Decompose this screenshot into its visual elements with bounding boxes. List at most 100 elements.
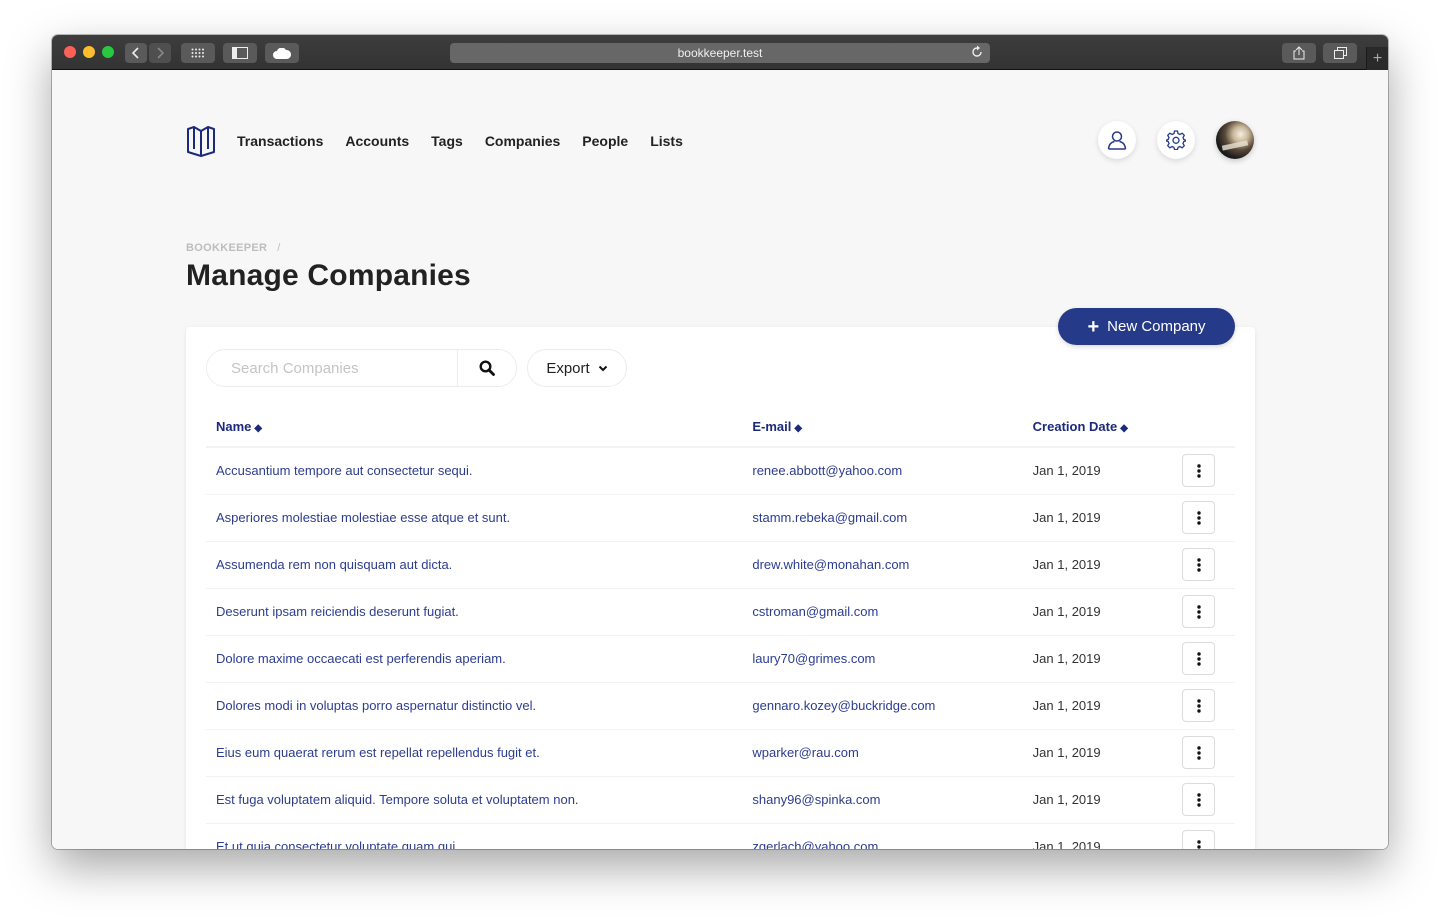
- company-email-cell: gennaro.kozey@buckridge.com: [742, 682, 1023, 730]
- export-dropdown[interactable]: Export: [527, 349, 627, 387]
- company-email-link[interactable]: laury70@grimes.com: [752, 651, 875, 666]
- company-name-cell: Assumenda rem non quisquam aut dicta.: [206, 541, 743, 589]
- kebab-menu-icon: [1196, 839, 1201, 849]
- company-email-link[interactable]: shany96@spinka.com: [752, 792, 880, 807]
- nav-tags[interactable]: Tags: [431, 133, 463, 149]
- company-email-link[interactable]: renee.abbott@yahoo.com: [752, 463, 902, 478]
- company-name-link[interactable]: Asperiores molestiae molestiae esse atqu…: [216, 510, 510, 525]
- table-row: Deserunt ipsam reiciendis deserunt fugia…: [206, 588, 1235, 636]
- table-row: Dolore maxime occaecati est perferendis …: [206, 635, 1235, 683]
- tabs-overview-button[interactable]: [1323, 43, 1357, 63]
- sidebar-toggle-button[interactable]: [223, 43, 257, 63]
- kebab-menu-icon: [1196, 792, 1201, 807]
- company-name-link[interactable]: Dolore maxime occaecati est perferendis …: [216, 651, 506, 666]
- kebab-menu-icon: [1196, 557, 1201, 572]
- nav-transactions[interactable]: Transactions: [237, 133, 323, 149]
- nav-companies[interactable]: Companies: [485, 133, 560, 149]
- settings-button[interactable]: [1157, 121, 1195, 159]
- nav-accounts[interactable]: Accounts: [345, 133, 409, 149]
- icloud-tabs-button[interactable]: [265, 43, 299, 63]
- company-name-cell: Est fuga voluptatem aliquid. Tempore sol…: [206, 776, 743, 824]
- table-row: Est fuga voluptatem aliquid. Tempore sol…: [206, 776, 1235, 824]
- actions-cell: [1172, 494, 1235, 542]
- company-email-cell: wparker@rau.com: [742, 729, 1023, 777]
- search-icon: [479, 360, 495, 376]
- company-name-link[interactable]: Accusantium tempore aut consectetur sequ…: [216, 463, 473, 478]
- user-avatar[interactable]: [1216, 121, 1254, 159]
- zoom-window-button[interactable]: [102, 46, 114, 58]
- new-company-button[interactable]: + New Company: [1058, 308, 1235, 345]
- company-email-cell: renee.abbott@yahoo.com: [742, 447, 1023, 495]
- company-name-link[interactable]: Deserunt ipsam reiciendis deserunt fugia…: [216, 604, 459, 619]
- company-email-link[interactable]: drew.white@monahan.com: [752, 557, 909, 572]
- company-name-cell: Deserunt ipsam reiciendis deserunt fugia…: [206, 588, 743, 636]
- close-window-button[interactable]: [64, 46, 76, 58]
- company-email-link[interactable]: wparker@rau.com: [752, 745, 858, 760]
- breadcrumb: BOOKKEEPER /: [186, 242, 281, 254]
- company-email-link[interactable]: stamm.rebeka@gmail.com: [752, 510, 907, 525]
- search-input[interactable]: [207, 350, 457, 386]
- sort-by-date[interactable]: Creation Date ◆: [1022, 407, 1172, 448]
- cloud-icon: [273, 47, 291, 59]
- company-name-cell: Asperiores molestiae molestiae esse atqu…: [206, 494, 743, 542]
- chevron-down-icon: [598, 365, 607, 371]
- row-actions-button[interactable]: [1182, 642, 1215, 675]
- back-button[interactable]: [125, 43, 147, 63]
- row-actions-button[interactable]: [1182, 501, 1215, 534]
- nav-lists[interactable]: Lists: [650, 133, 683, 149]
- user-icon: [1107, 131, 1127, 150]
- forward-button[interactable]: [149, 43, 171, 63]
- row-actions-button[interactable]: [1182, 689, 1215, 722]
- new-tab-button[interactable]: +: [1366, 47, 1388, 70]
- export-label: Export: [546, 359, 590, 377]
- creation-date: Jan 1, 2019: [1022, 588, 1172, 636]
- company-name-cell: Dolore maxime occaecati est perferendis …: [206, 635, 743, 683]
- grid-icon: [191, 48, 204, 58]
- company-name-link[interactable]: Et ut quia consectetur voluptate quam qu…: [216, 839, 459, 849]
- company-name-link[interactable]: Est fuga voluptatem aliquid. Tempore sol…: [216, 792, 579, 807]
- nav-people[interactable]: People: [582, 133, 628, 149]
- sort-by-name[interactable]: Name ◆: [206, 407, 743, 448]
- company-email-link[interactable]: gennaro.kozey@buckridge.com: [752, 698, 935, 713]
- table-row: Et ut quia consectetur voluptate quam qu…: [206, 823, 1235, 849]
- book-map-logo-icon[interactable]: [186, 125, 216, 157]
- company-email-link[interactable]: zgerlach@yahoo.com: [752, 839, 878, 849]
- company-email-link[interactable]: cstroman@gmail.com: [752, 604, 878, 619]
- company-name-link[interactable]: Eius eum quaerat rerum est repellat repe…: [216, 745, 540, 760]
- search-button[interactable]: [457, 350, 516, 386]
- sort-icon: ◆: [1120, 423, 1128, 434]
- page-content: Transactions Accounts Tags Companies Peo…: [52, 71, 1388, 849]
- minimize-window-button[interactable]: [83, 46, 95, 58]
- sort-by-email[interactable]: E-mail ◆: [742, 407, 1023, 448]
- row-actions-button[interactable]: [1182, 783, 1215, 816]
- actions-cell: [1172, 588, 1235, 636]
- creation-date: Jan 1, 2019: [1022, 682, 1172, 730]
- user-profile-button[interactable]: [1098, 121, 1136, 159]
- row-actions-button[interactable]: [1182, 736, 1215, 769]
- kebab-menu-icon: [1196, 745, 1201, 760]
- kebab-menu-icon: [1196, 604, 1201, 619]
- table-row: Accusantium tempore aut consectetur sequ…: [206, 447, 1235, 495]
- page-title: Manage Companies: [186, 259, 471, 292]
- sidebar-icon: [232, 47, 248, 59]
- tabs-icon: [1333, 47, 1347, 59]
- row-actions-button[interactable]: [1182, 454, 1215, 488]
- company-email-cell: cstroman@gmail.com: [742, 588, 1023, 636]
- actions-cell: [1172, 776, 1235, 824]
- company-email-cell: shany96@spinka.com: [742, 776, 1023, 824]
- gear-icon: [1166, 130, 1186, 150]
- apps-grid-button[interactable]: [181, 43, 215, 63]
- company-name-cell: Et ut quia consectetur voluptate quam qu…: [206, 823, 743, 849]
- company-name-link[interactable]: Dolores modi in voluptas porro aspernatu…: [216, 698, 536, 713]
- breadcrumb-root[interactable]: BOOKKEEPER: [186, 242, 267, 254]
- reload-icon[interactable]: [970, 45, 984, 59]
- share-button[interactable]: [1282, 43, 1316, 63]
- company-name-link[interactable]: Assumenda rem non quisquam aut dicta.: [216, 557, 452, 572]
- plus-icon: +: [1372, 49, 1383, 67]
- row-actions-button[interactable]: [1182, 830, 1215, 849]
- table-header-row: Name ◆ E-mail ◆ Creation Date ◆: [206, 407, 1235, 448]
- row-actions-button[interactable]: [1182, 595, 1215, 628]
- row-actions-button[interactable]: [1182, 548, 1215, 581]
- companies-table: Name ◆ E-mail ◆ Creation Date ◆ Accusantium…: [206, 407, 1235, 849]
- address-bar[interactable]: bookkeeper.test: [450, 43, 990, 63]
